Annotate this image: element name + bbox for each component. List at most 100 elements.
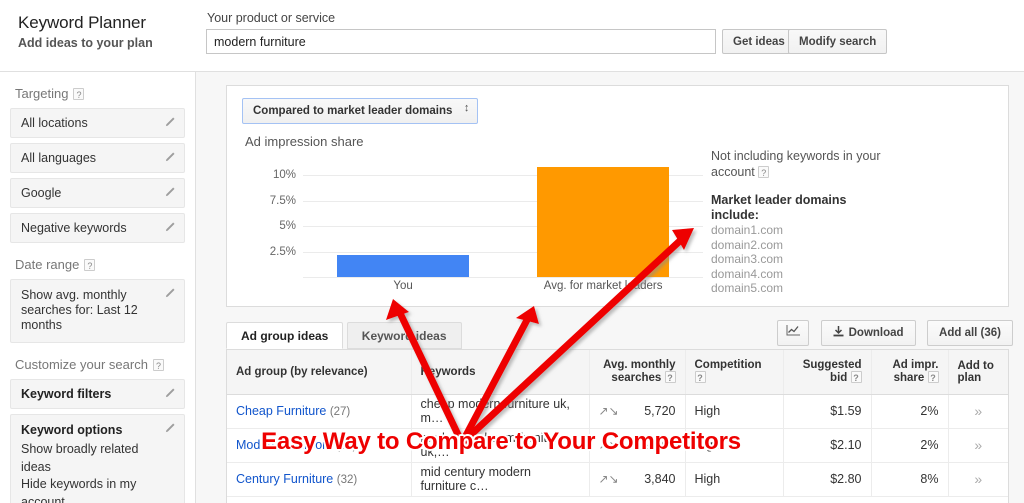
help-icon[interactable]: ? <box>664 371 676 384</box>
tab-keyword-ideas[interactable]: Keyword ideas <box>346 322 462 349</box>
help-icon[interactable]: ? <box>694 371 706 384</box>
column-header-avg-monthly-searches[interactable]: Avg. monthly searches ? <box>589 350 686 395</box>
page-title: Keyword Planner <box>18 13 146 32</box>
market-leader-domains-heading: Market leader domains include: <box>711 193 847 222</box>
column-header-label: Competition <box>694 359 762 372</box>
cell-ad-group: Cheap Furniture (27) <box>227 394 412 429</box>
cell-keywords: mid century modern furniture c… <box>411 462 590 497</box>
cell-add-to-plan: » <box>948 428 1008 463</box>
pencil-icon[interactable] <box>163 287 176 300</box>
tab-bar: Ad group ideas Keyword ideas <box>226 322 462 349</box>
date-range-heading: Date range ? <box>15 257 185 272</box>
cell-ad-impr-share: 2% <box>871 394 949 429</box>
ideas-table-wrapper: Ad group (by relevance) Keywords Avg. mo… <box>226 349 1009 503</box>
not-including-note: Not including keywords in your account ? <box>711 148 891 180</box>
customize-search-heading-label: Customize your search <box>15 357 148 372</box>
plot-area: 10% 7.5% 5% 2.5% <box>270 152 703 278</box>
screenshot-root: Keyword Planner Add ideas to your plan Y… <box>0 0 1024 503</box>
pencil-icon[interactable] <box>163 151 176 164</box>
ad-impression-share-card: Compared to market leader domains ↕ Ad i… <box>226 85 1009 307</box>
pencil-icon[interactable] <box>163 221 176 234</box>
cell-keywords: cheap modern furniture uk, m… <box>411 394 590 429</box>
bar-market-leaders[interactable] <box>537 166 669 277</box>
cell-avg-monthly-searches: ↗↘ 3,840 <box>589 462 686 497</box>
bar-you[interactable] <box>337 255 469 277</box>
y-axis-tick-label: 10% <box>272 168 296 181</box>
cell-ad-impr-share: 8% <box>871 462 949 497</box>
column-header-competition[interactable]: Competition ? <box>685 350 784 395</box>
column-header-ad-group[interactable]: Ad group (by relevance) <box>227 350 412 395</box>
pencil-icon[interactable] <box>163 422 176 435</box>
line-chart-icon-button[interactable] <box>777 320 810 346</box>
cell-ad-impr-share: 2% <box>871 428 949 463</box>
get-ideas-button[interactable]: Get ideas <box>722 29 796 54</box>
updown-chevron-icon: ↕ <box>463 102 470 114</box>
keyword-filters-label: Keyword filters <box>21 387 112 401</box>
cell-suggested-bid: $2.10 <box>783 428 872 463</box>
page-header: Keyword Planner Add ideas to your plan Y… <box>0 0 1024 72</box>
pencil-icon[interactable] <box>163 116 176 129</box>
sidebar-item-negative-keywords[interactable]: Negative keywords <box>10 213 185 243</box>
y-axis-tick-label: 5% <box>279 220 296 233</box>
not-including-note-text: Not including keywords in your account <box>711 149 881 179</box>
keyword-options-label: Keyword options <box>21 423 123 437</box>
tab-ad-group-ideas[interactable]: Ad group ideas <box>226 322 344 349</box>
domain-item: domain1.com <box>711 223 784 237</box>
line-chart-icon <box>786 325 801 336</box>
domain-item: domain5.com <box>711 281 784 295</box>
add-to-plan-button[interactable]: » <box>974 403 982 419</box>
cell-avg-monthly-searches: ↗↘ 5,720 <box>589 394 686 429</box>
targeting-heading: Targeting ? <box>15 86 185 101</box>
domain-item: domain3.com <box>711 252 784 266</box>
sidebar-item-label: Negative keywords <box>21 221 127 235</box>
column-header-suggested-bid[interactable]: Suggested bid ? <box>783 350 872 395</box>
add-all-button[interactable]: Add all (36) <box>927 320 1013 346</box>
sidebar-item-label: Show avg. monthly searches for: Last 12 … <box>21 288 138 332</box>
help-icon[interactable]: ? <box>758 166 770 178</box>
ad-group-link[interactable]: Century Furniture <box>236 472 333 486</box>
table-header-row: Ad group (by relevance) Keywords Avg. mo… <box>227 350 1008 395</box>
column-header-ad-impr-share[interactable]: Ad impr. share ? <box>871 350 949 395</box>
pencil-icon[interactable] <box>163 186 176 199</box>
sidebar-item-label: Google <box>21 186 62 200</box>
help-icon[interactable]: ? <box>73 87 85 100</box>
add-to-plan-button[interactable]: » <box>974 437 982 453</box>
column-header-keywords[interactable]: Keywords <box>411 350 590 395</box>
sidebar-item-all-locations[interactable]: All locations <box>10 108 185 138</box>
search-input[interactable] <box>206 29 716 54</box>
sidebar-item-date-range[interactable]: Show avg. monthly searches for: Last 12 … <box>10 279 185 343</box>
modify-search-button[interactable]: Modify search <box>788 29 888 54</box>
cell-suggested-bid: $2.80 <box>783 462 872 497</box>
help-icon[interactable]: ? <box>84 258 96 271</box>
x-axis-label: You <box>393 280 413 292</box>
y-axis-tick-label: 2.5% <box>269 246 296 259</box>
add-to-plan-button[interactable]: » <box>974 471 982 487</box>
table-row[interactable]: Cheap Furniture (27) cheap modern furnitu… <box>227 394 1008 429</box>
download-icon <box>833 326 844 337</box>
cell-competition: High <box>685 394 784 429</box>
sidebar: Targeting ? All locations All languages … <box>0 72 196 503</box>
comparison-dropdown[interactable]: Compared to market leader domains ↕ <box>242 98 479 124</box>
trend-chart-icon[interactable]: ↗↘ <box>599 404 619 418</box>
sidebar-item-keyword-options[interactable]: Keyword options Show broadly related ide… <box>10 414 185 503</box>
ad-group-link[interactable]: Cheap Furniture <box>236 404 326 418</box>
help-icon[interactable]: ? <box>927 371 939 384</box>
pencil-icon[interactable] <box>163 387 176 400</box>
ad-group-count: (27) <box>329 406 351 418</box>
table-row[interactable]: Century Furniture (32) mid century modern… <box>227 462 1008 497</box>
sidebar-item-keyword-filters[interactable]: Keyword filters <box>10 379 185 409</box>
domain-item: domain2.com <box>711 237 784 252</box>
sidebar-item-google[interactable]: Google <box>10 178 185 208</box>
help-icon[interactable]: ? <box>152 358 164 371</box>
date-range-heading-label: Date range <box>15 257 80 272</box>
x-axis-label: Avg. for market leaders <box>543 280 663 292</box>
keyword-option-item: Show broadly related ideas <box>21 442 139 474</box>
cell-add-to-plan: » <box>948 394 1008 429</box>
trend-chart-icon[interactable]: ↗↘ <box>599 472 619 486</box>
page-subtitle: Add ideas to your plan <box>18 36 153 50</box>
customize-search-heading: Customize your search ? <box>15 357 185 372</box>
help-icon[interactable]: ? <box>850 371 862 384</box>
sidebar-item-all-languages[interactable]: All languages <box>10 143 185 173</box>
download-button[interactable]: Download <box>820 320 916 346</box>
sidebar-item-label: All languages <box>21 151 97 165</box>
